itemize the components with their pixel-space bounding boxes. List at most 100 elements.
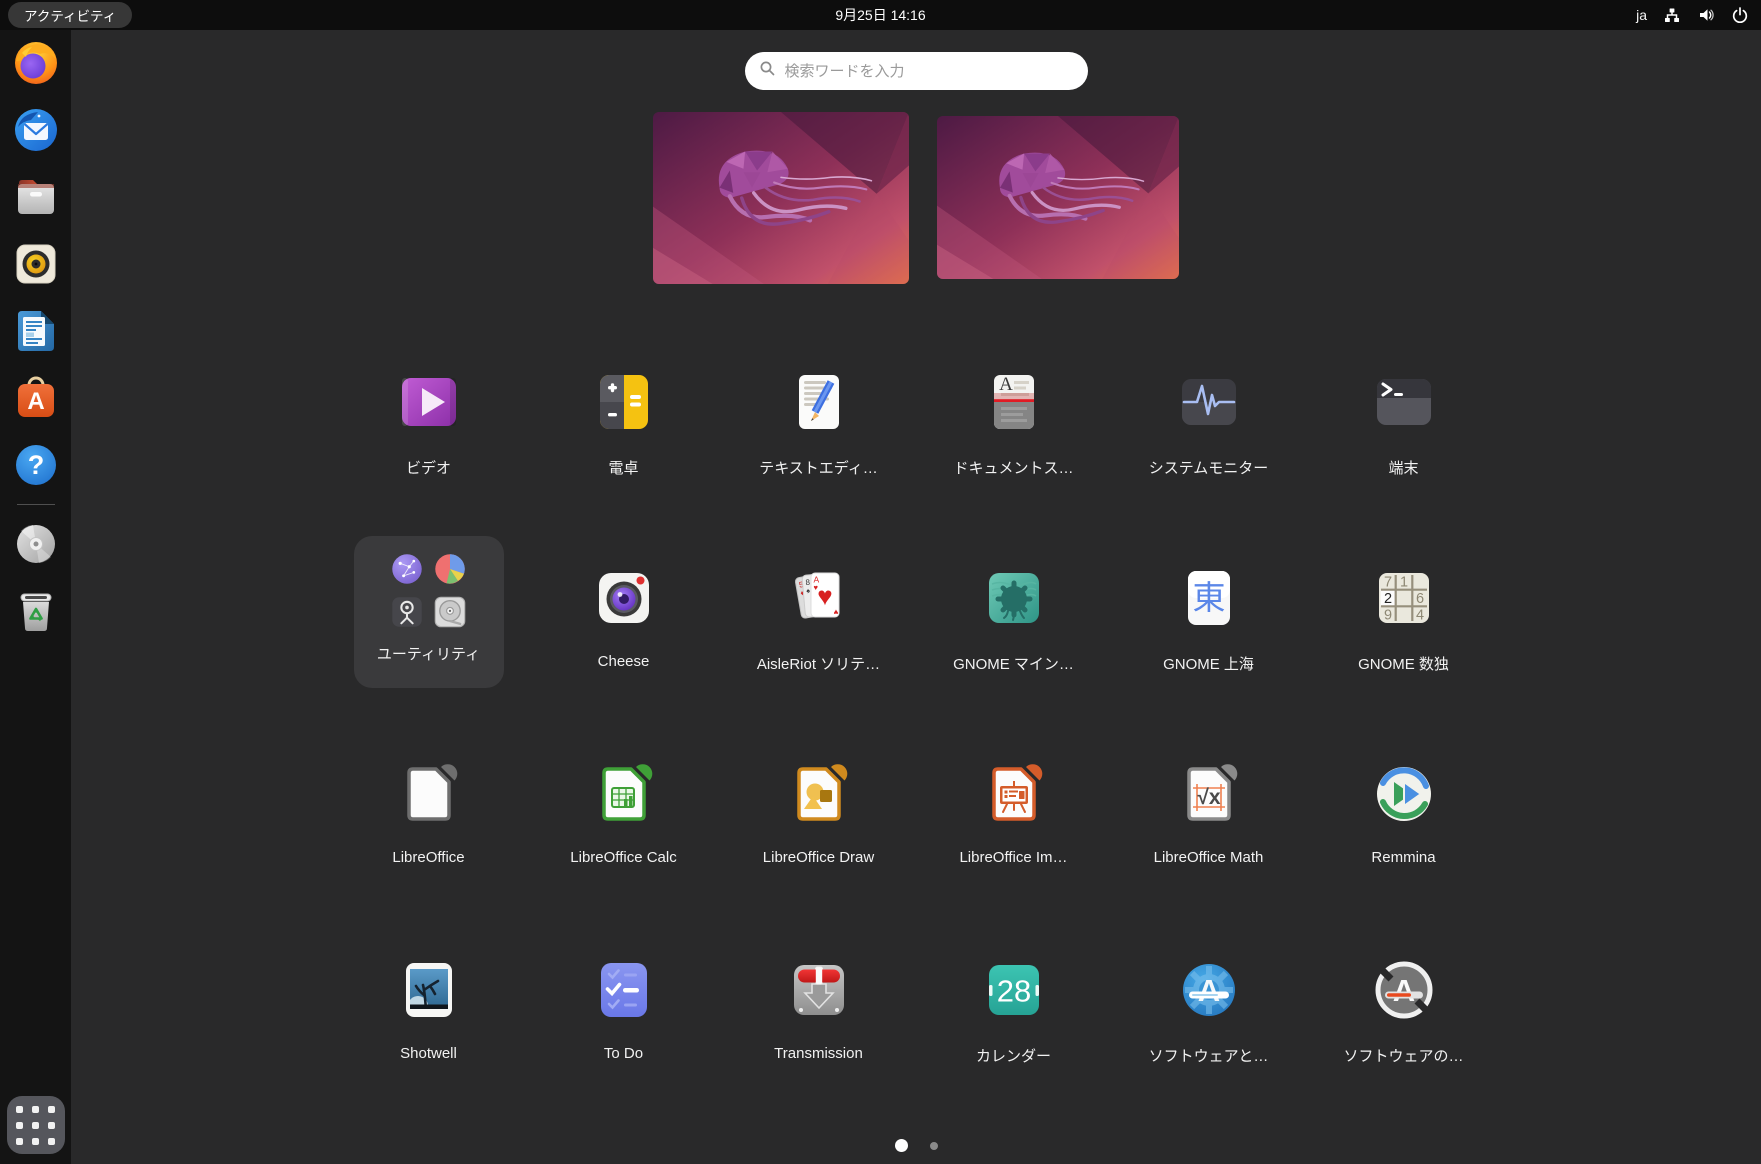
todo-icon: [591, 957, 657, 1023]
search-input[interactable]: [785, 63, 1074, 80]
app-libreoffice-math[interactable]: √xLibreOffice Math: [1111, 696, 1306, 892]
globe-icon: [390, 552, 424, 586]
app-folder[interactable]: ユーティリティ: [331, 500, 526, 696]
sudoku-icon: 71 694 2: [1371, 565, 1437, 631]
app-label: Remmina: [1371, 849, 1435, 866]
help-icon[interactable]: ?: [12, 441, 60, 489]
libreoffice-icon: [396, 761, 462, 827]
page-indicator: [71, 1139, 1761, 1152]
clock-menu[interactable]: 9月25日 14:16: [0, 5, 1761, 25]
app-folder-utilities[interactable]: ユーティリティ: [354, 536, 504, 688]
network-icon[interactable]: [1663, 6, 1681, 24]
libreoffice-calc-icon: [591, 761, 657, 827]
app-calculator[interactable]: 電卓: [526, 304, 721, 500]
app-label: ソフトウェアと…: [1149, 1045, 1269, 1066]
mines-icon: [981, 565, 1047, 631]
pie-chart-icon: [433, 552, 467, 586]
app-libreoffice-impress[interactable]: LibreOffice Im…: [916, 696, 1111, 892]
svg-text:28: 28: [996, 974, 1030, 1009]
page-dot-1[interactable]: [895, 1139, 908, 1152]
files-icon[interactable]: [12, 173, 60, 221]
app-label: テキストエディ…: [759, 457, 878, 478]
transmission-icon: [786, 957, 852, 1023]
app-label: ビデオ: [406, 457, 451, 478]
app-label: 電卓: [608, 457, 638, 478]
app-label: GNOME 上海: [1163, 653, 1254, 674]
keyboard-layout-indicator[interactable]: ja: [1636, 7, 1647, 23]
app-label: カレンダー: [976, 1045, 1051, 1066]
app-mines[interactable]: GNOME マイン…: [916, 500, 1111, 696]
app-label: LibreOffice Calc: [570, 849, 676, 866]
svg-text:?: ?: [27, 450, 44, 480]
app-sudoku[interactable]: 71 694 2GNOME 数独: [1306, 500, 1501, 696]
svg-text:♥: ♥: [817, 581, 832, 611]
workspace-thumbnail-1[interactable]: [653, 112, 909, 284]
app-software-updates[interactable]: A ソフトウェアと…: [1111, 892, 1306, 1088]
svg-text:A: A: [1197, 973, 1219, 1008]
svg-text:♥: ♥: [833, 608, 838, 617]
dock: A ?: [0, 30, 71, 1164]
svg-text:1: 1: [1399, 575, 1407, 591]
workspace-thumbnail-2[interactable]: [937, 116, 1179, 279]
videos-icon: [396, 369, 462, 435]
text-editor-icon: [786, 369, 852, 435]
optical-disc-icon[interactable]: [12, 520, 60, 568]
aisleriot-icon: 5♦ 8♠ A ♥ ♥ ♥: [786, 565, 852, 631]
app-label: To Do: [604, 1045, 643, 1062]
app-terminal[interactable]: 端末: [1306, 304, 1501, 500]
cheese-icon: [591, 565, 657, 631]
document-scanner-icon: A: [981, 369, 1047, 435]
search-bar[interactable]: [745, 52, 1088, 90]
svg-text:9: 9: [1383, 608, 1391, 624]
trash-icon[interactable]: [12, 587, 60, 635]
app-calendar[interactable]: 28 カレンダー: [916, 892, 1111, 1088]
app-label: GNOME マイン…: [953, 653, 1074, 674]
app-videos[interactable]: ビデオ: [331, 304, 526, 500]
scope-icon: [390, 595, 424, 629]
app-libreoffice-draw[interactable]: LibreOffice Draw: [721, 696, 916, 892]
ubuntu-software-icon[interactable]: A: [12, 374, 60, 422]
shotwell-icon: [396, 957, 462, 1023]
svg-text:東: 東: [1192, 579, 1225, 616]
dock-separator: [17, 504, 55, 505]
libreoffice-math-icon: √x: [1176, 761, 1242, 827]
folder-preview: [390, 552, 467, 629]
app-system-monitor[interactable]: システムモニター: [1111, 304, 1306, 500]
libreoffice-writer-icon[interactable]: [12, 307, 60, 355]
app-shotwell[interactable]: Shotwell: [331, 892, 526, 1088]
app-label: GNOME 数独: [1358, 653, 1449, 674]
app-label: LibreOffice Draw: [763, 849, 874, 866]
app-grid: ビデオ 電卓 テキストエディ… Aドキュメントス… システムモニター 端末: [331, 304, 1501, 1088]
disk-icon: [433, 595, 467, 629]
svg-text:A: A: [1392, 973, 1414, 1008]
app-cheese[interactable]: Cheese: [526, 500, 721, 696]
app-label: システムモニター: [1149, 457, 1269, 478]
thunderbird-icon[interactable]: [12, 106, 60, 154]
app-text-editor[interactable]: テキストエディ…: [721, 304, 916, 500]
firefox-icon[interactable]: [12, 39, 60, 87]
app-label: ユーティリティ: [377, 643, 480, 664]
app-label: ソフトウェアの…: [1343, 1045, 1463, 1066]
remmina-icon: [1371, 761, 1437, 827]
search-icon: [759, 60, 776, 82]
app-software-updater[interactable]: A ソフトウェアの…: [1306, 892, 1501, 1088]
app-shanghai[interactable]: 東 GNOME 上海: [1111, 500, 1306, 696]
svg-text:2: 2: [1383, 591, 1391, 607]
app-remmina[interactable]: Remmina: [1306, 696, 1501, 892]
volume-icon[interactable]: [1697, 6, 1715, 24]
app-todo[interactable]: To Do: [526, 892, 721, 1088]
app-libreoffice[interactable]: LibreOffice: [331, 696, 526, 892]
app-libreoffice-calc[interactable]: LibreOffice Calc: [526, 696, 721, 892]
svg-text:A: A: [999, 374, 1013, 395]
app-label: LibreOffice Im…: [959, 849, 1067, 866]
svg-text:6: 6: [1415, 591, 1423, 607]
rhythmbox-icon[interactable]: [12, 240, 60, 288]
svg-text:√x: √x: [1197, 786, 1221, 809]
power-icon[interactable]: [1731, 6, 1749, 24]
show-applications-button[interactable]: [7, 1096, 65, 1154]
app-aisleriot[interactable]: 5♦ 8♠ A ♥ ♥ ♥AisleRiot ソリテ…: [721, 500, 916, 696]
page-dot-2[interactable]: [930, 1142, 938, 1150]
system-status-area[interactable]: ja: [1636, 6, 1749, 24]
app-document-scanner[interactable]: Aドキュメントス…: [916, 304, 1111, 500]
app-transmission[interactable]: Transmission: [721, 892, 916, 1088]
